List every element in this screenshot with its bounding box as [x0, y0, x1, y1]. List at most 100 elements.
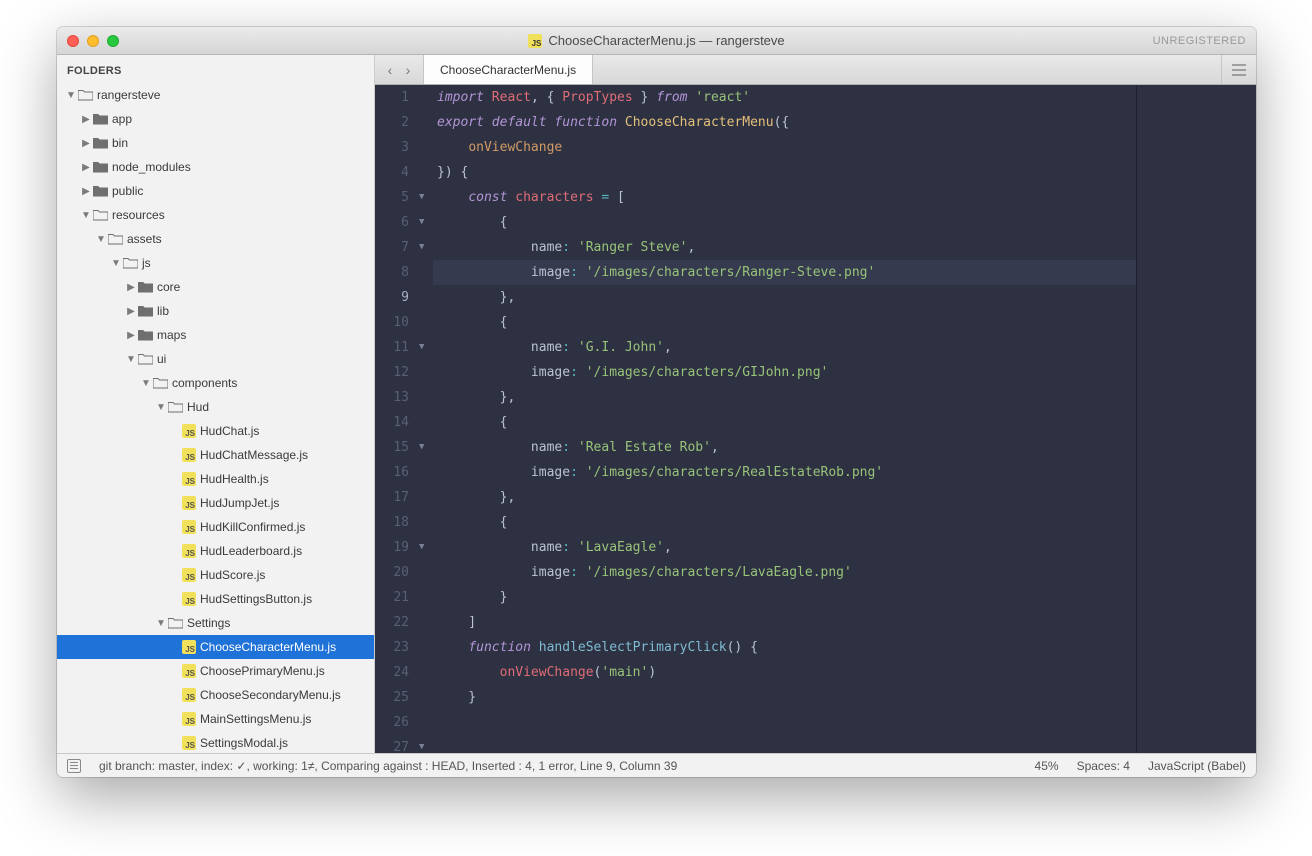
- line-number[interactable]: 11: [375, 335, 409, 360]
- minimize-window-icon[interactable]: [87, 35, 99, 47]
- tree-folder[interactable]: ▼resources: [57, 203, 374, 227]
- close-window-icon[interactable]: [67, 35, 79, 47]
- code-line[interactable]: image: '/images/characters/RealEstateRob…: [433, 460, 1136, 485]
- line-number[interactable]: 26: [375, 710, 409, 735]
- code-line[interactable]: },: [433, 385, 1136, 410]
- nav-back-icon[interactable]: ‹: [383, 62, 397, 78]
- status-panel-icon[interactable]: [67, 759, 81, 773]
- disclosure-right-icon[interactable]: ▶: [80, 186, 92, 197]
- tree-folder[interactable]: ▶bin: [57, 131, 374, 155]
- line-number[interactable]: 7: [375, 235, 409, 260]
- tree-file[interactable]: JSChooseCharacterMenu.js: [57, 635, 374, 659]
- status-git[interactable]: git branch: master, index: ✓, working: 1…: [99, 759, 677, 773]
- code-line[interactable]: {: [433, 410, 1136, 435]
- tree-file[interactable]: JSHudLeaderboard.js: [57, 539, 374, 563]
- fold-down-icon[interactable]: ▼: [419, 185, 433, 210]
- line-number[interactable]: 16: [375, 460, 409, 485]
- code-line[interactable]: function handleSelectPrimaryClick() {: [433, 635, 1136, 660]
- code-line[interactable]: {: [433, 510, 1136, 535]
- code-line[interactable]: image: '/images/characters/GIJohn.png': [433, 360, 1136, 385]
- tree-file[interactable]: JSHudSettingsButton.js: [57, 587, 374, 611]
- code-line[interactable]: name: 'Ranger Steve',: [433, 235, 1136, 260]
- disclosure-down-icon[interactable]: ▼: [95, 234, 107, 245]
- disclosure-down-icon[interactable]: ▼: [155, 618, 167, 629]
- fold-down-icon[interactable]: ▼: [419, 210, 433, 235]
- tree-folder[interactable]: ▶maps: [57, 323, 374, 347]
- line-number[interactable]: 25: [375, 685, 409, 710]
- code-line[interactable]: },: [433, 485, 1136, 510]
- line-number[interactable]: 22: [375, 610, 409, 635]
- disclosure-down-icon[interactable]: ▼: [110, 258, 122, 269]
- disclosure-down-icon[interactable]: ▼: [80, 210, 92, 221]
- code-line[interactable]: }: [433, 585, 1136, 610]
- disclosure-right-icon[interactable]: ▶: [125, 306, 137, 317]
- code-line[interactable]: onViewChange('main'): [433, 660, 1136, 685]
- line-number[interactable]: 3: [375, 135, 409, 160]
- line-number[interactable]: 23: [375, 635, 409, 660]
- code-line[interactable]: ]: [433, 610, 1136, 635]
- fold-down-icon[interactable]: ▼: [419, 735, 433, 753]
- code-line[interactable]: }: [433, 685, 1136, 710]
- tree-folder[interactable]: ▼assets: [57, 227, 374, 251]
- line-number[interactable]: 1: [375, 85, 409, 110]
- tree-file[interactable]: JSHudJumpJet.js: [57, 491, 374, 515]
- code-line[interactable]: name: 'G.I. John',: [433, 335, 1136, 360]
- menu-icon[interactable]: [1221, 55, 1256, 84]
- line-number[interactable]: 5: [375, 185, 409, 210]
- fold-down-icon[interactable]: ▼: [419, 435, 433, 460]
- line-number[interactable]: 13: [375, 385, 409, 410]
- code-line[interactable]: },: [433, 285, 1136, 310]
- tab-active[interactable]: ChooseCharacterMenu.js: [424, 55, 593, 84]
- titlebar[interactable]: JS ChooseCharacterMenu.js — rangersteve …: [57, 27, 1256, 55]
- code-line[interactable]: onViewChange: [433, 135, 1136, 160]
- line-number[interactable]: 17: [375, 485, 409, 510]
- status-scroll-percent[interactable]: 45%: [1035, 759, 1059, 773]
- fold-down-icon[interactable]: ▼: [419, 535, 433, 560]
- line-number[interactable]: 18: [375, 510, 409, 535]
- tree-folder[interactable]: ▶core: [57, 275, 374, 299]
- tree-folder[interactable]: ▼Settings: [57, 611, 374, 635]
- tree-folder[interactable]: ▼Hud: [57, 395, 374, 419]
- disclosure-right-icon[interactable]: ▶: [80, 162, 92, 173]
- line-number[interactable]: 20: [375, 560, 409, 585]
- code-line[interactable]: name: 'Real Estate Rob',: [433, 435, 1136, 460]
- code-line[interactable]: image: '/images/characters/Ranger-Steve.…: [433, 260, 1136, 285]
- disclosure-down-icon[interactable]: ▼: [65, 90, 77, 101]
- tree-folder[interactable]: ▼ui: [57, 347, 374, 371]
- code-line[interactable]: {: [433, 210, 1136, 235]
- gutter[interactable]: 1234567891011121314151617181920212223242…: [375, 85, 419, 753]
- code-line[interactable]: image: '/images/characters/LavaEagle.png…: [433, 560, 1136, 585]
- line-number[interactable]: 2: [375, 110, 409, 135]
- code-line[interactable]: const characters = [: [433, 185, 1136, 210]
- disclosure-right-icon[interactable]: ▶: [80, 138, 92, 149]
- tree-file[interactable]: JSChoosePrimaryMenu.js: [57, 659, 374, 683]
- tree-folder[interactable]: ▼components: [57, 371, 374, 395]
- code-line[interactable]: export default function ChooseCharacterM…: [433, 110, 1136, 135]
- line-number[interactable]: 12: [375, 360, 409, 385]
- code-line[interactable]: }) {: [433, 160, 1136, 185]
- minimap[interactable]: [1136, 85, 1256, 753]
- fold-down-icon[interactable]: ▼: [419, 335, 433, 360]
- disclosure-down-icon[interactable]: ▼: [140, 378, 152, 389]
- tree-file[interactable]: JSHudKillConfirmed.js: [57, 515, 374, 539]
- line-number[interactable]: 21: [375, 585, 409, 610]
- code-line[interactable]: {: [433, 310, 1136, 335]
- fold-column[interactable]: ▼▼▼ ▼ ▼ ▼ ▼: [419, 85, 433, 753]
- tree-folder[interactable]: ▶app: [57, 107, 374, 131]
- disclosure-right-icon[interactable]: ▶: [80, 114, 92, 125]
- tree-folder[interactable]: ▶node_modules: [57, 155, 374, 179]
- maximize-window-icon[interactable]: [107, 35, 119, 47]
- line-number[interactable]: 6: [375, 210, 409, 235]
- line-number[interactable]: 24: [375, 660, 409, 685]
- line-number[interactable]: 9: [375, 285, 409, 310]
- status-syntax[interactable]: JavaScript (Babel): [1148, 759, 1246, 773]
- line-number[interactable]: 4: [375, 160, 409, 185]
- fold-down-icon[interactable]: ▼: [419, 235, 433, 260]
- file-tree[interactable]: ▼rangersteve▶app▶bin▶node_modules▶public…: [57, 83, 374, 753]
- tree-folder[interactable]: ▼js: [57, 251, 374, 275]
- tree-file[interactable]: JSHudChat.js: [57, 419, 374, 443]
- code-line[interactable]: name: 'LavaEagle',: [433, 535, 1136, 560]
- disclosure-right-icon[interactable]: ▶: [125, 330, 137, 341]
- line-number[interactable]: 15: [375, 435, 409, 460]
- code-line[interactable]: import React, { PropTypes } from 'react': [433, 85, 1136, 110]
